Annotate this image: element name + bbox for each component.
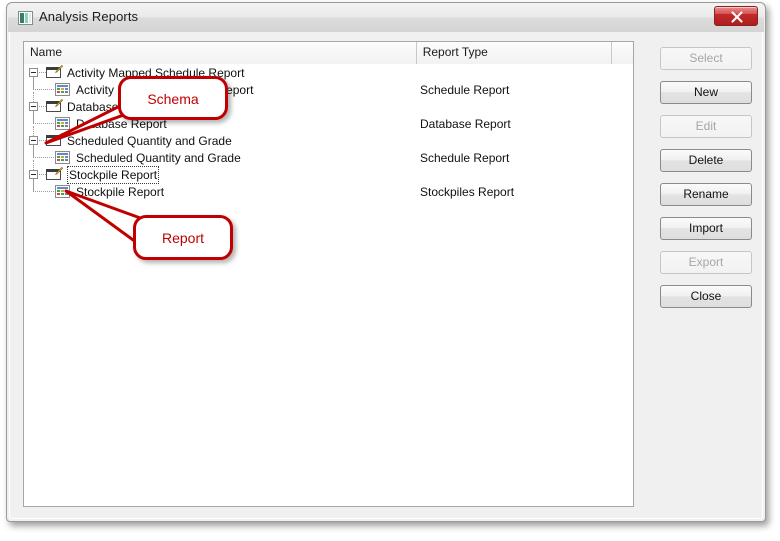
close-button[interactable]: Close	[660, 285, 752, 308]
rename-button[interactable]: Rename	[660, 183, 752, 206]
tree-connector-line	[39, 106, 46, 107]
import-button[interactable]: Import	[660, 217, 752, 240]
reports-tree[interactable]: Activity Mapped Schedule Report Activity …	[24, 64, 633, 200]
schema-node-label[interactable]: Activity Mapped Schedule Report	[67, 65, 244, 81]
schema-node-label[interactable]: Stockpile Report	[67, 166, 160, 184]
tree-connector-line	[33, 126, 34, 136]
list-column-headers: Name Report Type	[24, 42, 633, 64]
tree-connector-line	[33, 157, 54, 158]
schema-icon	[46, 167, 63, 181]
report-node-label[interactable]: Database Report	[76, 116, 167, 132]
table-row[interactable]: Activity Mapped Schedule Report	[24, 64, 633, 89]
report-icon	[55, 185, 70, 198]
screenshot-root: Analysis Reports Name Report Type Activi…	[0, 0, 780, 541]
report-type-value: Database Report	[420, 117, 511, 131]
report-node-label[interactable]: Stockpile Report	[76, 184, 164, 200]
tree-connector-line	[33, 160, 34, 170]
report-type-value: Stockpiles Report	[420, 185, 515, 199]
tree-connector-line	[33, 191, 54, 192]
table-row[interactable]: Stockpile Report Stockpiles Report	[24, 179, 633, 200]
schema-node-label[interactable]: Database Report	[67, 99, 158, 115]
column-header-name[interactable]: Name	[24, 42, 417, 64]
table-row[interactable]: Scheduled Quantity and Grade Schedule Rep…	[24, 145, 633, 166]
schema-icon	[46, 99, 63, 113]
table-row[interactable]: Activity Mapped Schedule Report Schedule …	[24, 77, 633, 98]
delete-button[interactable]: Delete	[660, 149, 752, 172]
tree-expander-collapse-icon[interactable]	[29, 102, 38, 111]
close-window-button[interactable]	[714, 6, 758, 26]
application-icon	[18, 11, 33, 25]
schema-icon	[46, 65, 63, 79]
new-button[interactable]: New	[660, 81, 752, 104]
tree-connector-line	[33, 89, 54, 90]
tree-connector-line	[39, 72, 46, 73]
table-row[interactable]: Database Report Database Report	[24, 111, 633, 132]
column-header-filler	[612, 42, 633, 64]
tree-connector-line	[39, 140, 46, 141]
tree-connector-line	[39, 174, 46, 175]
analysis-reports-window: Analysis Reports Name Report Type Activi…	[6, 2, 766, 522]
table-row[interactable]: Database Report	[24, 92, 633, 123]
schema-node-label[interactable]: Scheduled Quantity and Grade	[67, 133, 232, 149]
tree-connector-line	[33, 123, 54, 124]
window-titlebar: Analysis Reports	[8, 4, 764, 32]
tree-expander-collapse-icon[interactable]	[29, 170, 38, 179]
schema-icon	[46, 133, 63, 147]
report-icon	[55, 151, 70, 164]
report-type-value: Schedule Report	[420, 83, 510, 97]
report-node-label[interactable]: Scheduled Quantity and Grade	[76, 150, 241, 166]
table-row[interactable]: Scheduled Quantity and Grade	[24, 126, 633, 157]
report-icon	[55, 83, 70, 96]
edit-button: Edit	[660, 115, 752, 138]
select-button: Select	[660, 47, 752, 70]
report-icon	[55, 117, 70, 130]
report-node-label[interactable]: Activity Mapped Schedule Report	[76, 82, 253, 98]
tree-expander-collapse-icon[interactable]	[29, 136, 38, 145]
export-button: Export	[660, 251, 752, 274]
table-row[interactable]: Stockpile Report	[24, 160, 633, 191]
tree-connector-line	[33, 92, 34, 102]
report-type-value: Schedule Report	[420, 151, 510, 165]
tree-expander-collapse-icon[interactable]	[29, 68, 38, 77]
reports-list-panel[interactable]: Name Report Type Activity Mapped Schedul…	[23, 41, 634, 507]
close-icon	[731, 11, 743, 23]
window-title: Analysis Reports	[39, 9, 139, 24]
column-header-report-type[interactable]: Report Type	[416, 42, 613, 64]
